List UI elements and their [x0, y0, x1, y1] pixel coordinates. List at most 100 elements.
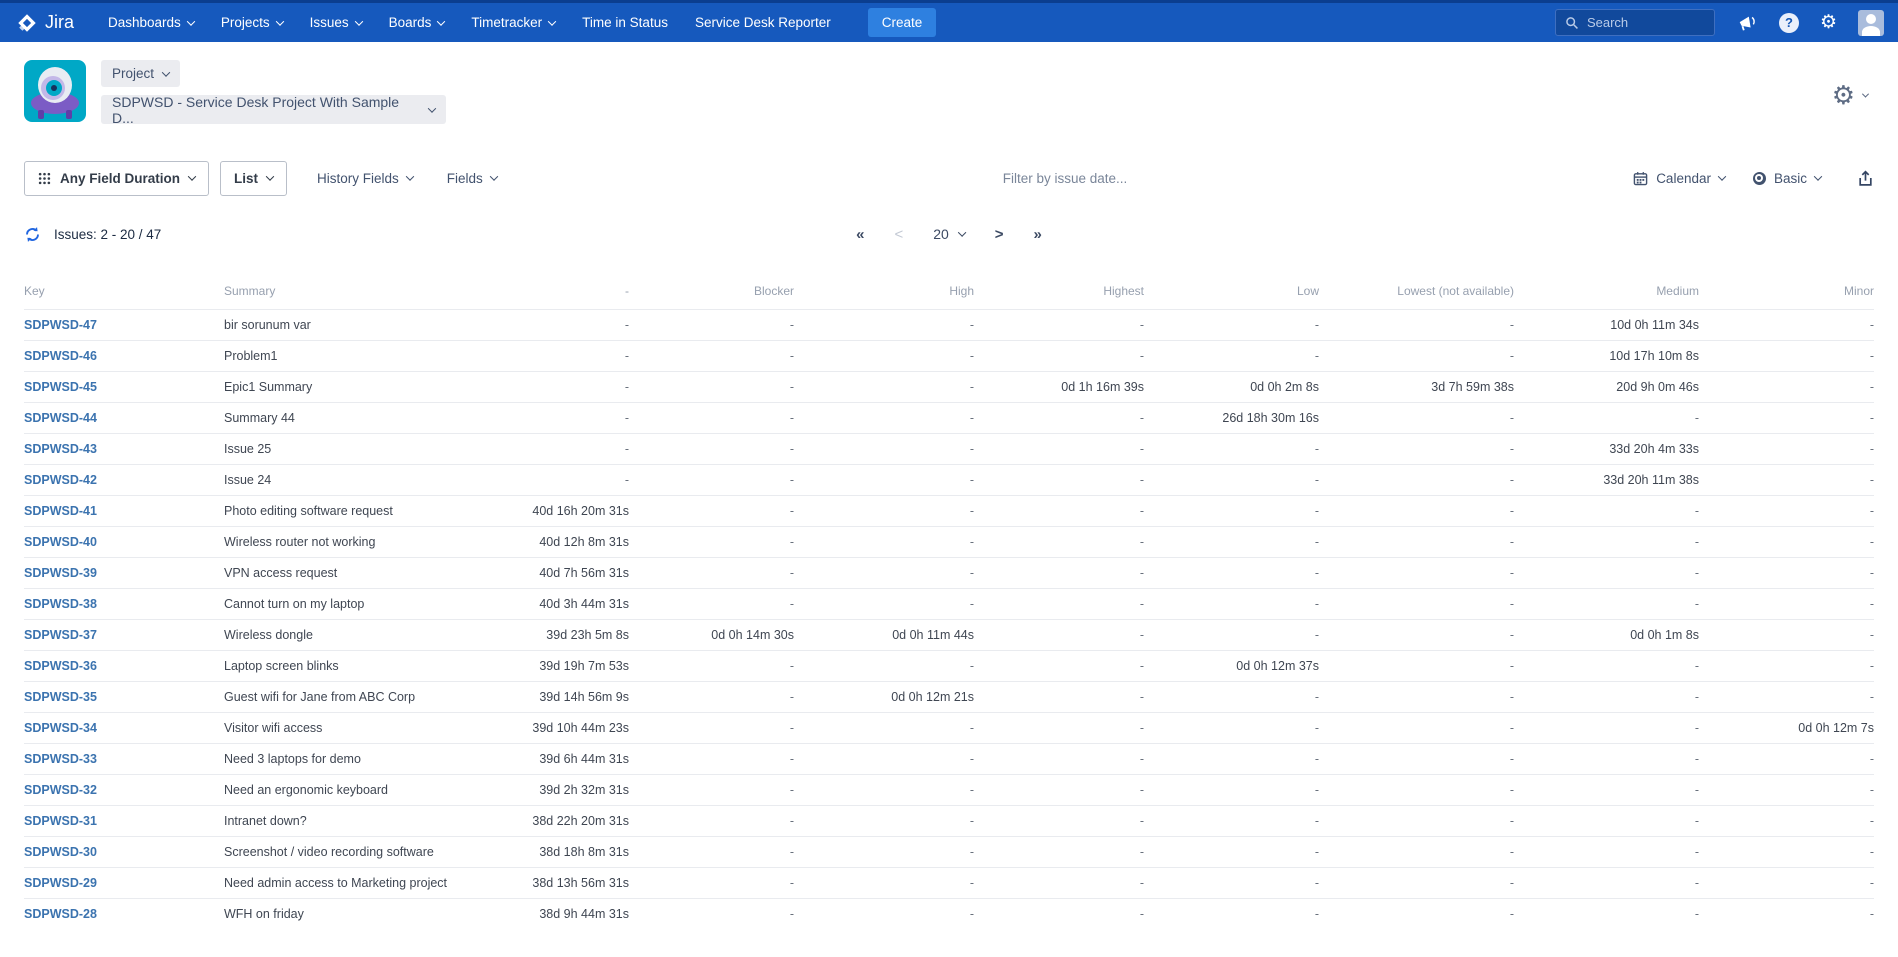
duration-cell: 39d 19h 7m 53s: [484, 651, 629, 682]
nav-item-dashboards[interactable]: Dashboards: [108, 15, 194, 30]
empty-value: -: [1315, 783, 1319, 797]
project-select[interactable]: SDPWSD - Service Desk Project With Sampl…: [101, 95, 446, 124]
duration-cell: -: [1699, 806, 1874, 837]
duration-cell: 0d 0h 14m 30s: [629, 620, 794, 651]
empty-value: -: [790, 318, 794, 332]
issue-key-link[interactable]: SDPWSD-45: [24, 380, 97, 394]
duration-cell: -: [629, 558, 794, 589]
duration-cell: -: [974, 496, 1144, 527]
search-input[interactable]: Search: [1555, 9, 1715, 36]
issue-key-link[interactable]: SDPWSD-33: [24, 752, 97, 766]
view-selector[interactable]: List: [220, 161, 287, 196]
display-mode-dropdown[interactable]: Basic: [1753, 171, 1821, 186]
issue-date-filter-input[interactable]: Filter by issue date...: [497, 171, 1633, 186]
issue-key-link[interactable]: SDPWSD-34: [24, 721, 97, 735]
empty-value: -: [1870, 566, 1874, 580]
next-page-button[interactable]: >: [995, 226, 1004, 243]
duration-cell: 0d 0h 1m 8s: [1514, 620, 1699, 651]
issue-key-link[interactable]: SDPWSD-31: [24, 814, 97, 828]
calendar-dropdown[interactable]: Calendar: [1633, 171, 1725, 186]
issue-key-link[interactable]: SDPWSD-30: [24, 845, 97, 859]
column-header-medium[interactable]: Medium: [1514, 278, 1699, 310]
issue-key-link[interactable]: SDPWSD-28: [24, 907, 97, 921]
nav-item-service-desk-reporter[interactable]: Service Desk Reporter: [695, 15, 831, 30]
create-button[interactable]: Create: [868, 8, 937, 37]
duration-cell: -: [1699, 403, 1874, 434]
duration-cell: 10d 0h 11m 34s: [1514, 310, 1699, 341]
nav-item-time-in-status[interactable]: Time in Status: [582, 15, 668, 30]
issue-key-link[interactable]: SDPWSD-38: [24, 597, 97, 611]
issue-summary-cell: Photo editing software request: [224, 496, 484, 527]
issues-table-header-row: KeySummary-BlockerHighHighestLowLowest (…: [24, 278, 1874, 310]
jira-logo-icon: [16, 12, 38, 34]
column-header-summary[interactable]: Summary: [224, 278, 484, 310]
column-header-none[interactable]: -: [484, 278, 629, 310]
column-header-key[interactable]: Key: [24, 278, 224, 310]
gear-icon[interactable]: ⚙: [1820, 13, 1837, 32]
duration-cell: -: [1144, 558, 1319, 589]
last-page-button[interactable]: »: [1034, 226, 1042, 243]
duration-cell: -: [794, 651, 974, 682]
nav-item-projects[interactable]: Projects: [221, 15, 283, 30]
issue-key-link[interactable]: SDPWSD-39: [24, 566, 97, 580]
megaphone-icon[interactable]: [1736, 13, 1758, 33]
issue-key-link[interactable]: SDPWSD-35: [24, 690, 97, 704]
issue-summary-cell: Wireless dongle: [224, 620, 484, 651]
issue-key-link[interactable]: SDPWSD-29: [24, 876, 97, 890]
nav-item-boards[interactable]: Boards: [389, 15, 445, 30]
issue-key-link[interactable]: SDPWSD-32: [24, 783, 97, 797]
project-avatar: [24, 60, 86, 122]
page-size-dropdown[interactable]: 20: [933, 226, 965, 242]
history-fields-dropdown[interactable]: History Fields: [317, 171, 413, 186]
issue-key-link[interactable]: SDPWSD-43: [24, 442, 97, 456]
column-header-high[interactable]: High: [794, 278, 974, 310]
prev-page-button[interactable]: <: [894, 226, 903, 243]
column-header-low[interactable]: Low: [1144, 278, 1319, 310]
issue-key-link[interactable]: SDPWSD-40: [24, 535, 97, 549]
help-icon[interactable]: ?: [1779, 13, 1799, 33]
column-header-blocker[interactable]: Blocker: [629, 278, 794, 310]
nav-item-issues[interactable]: Issues: [310, 15, 362, 30]
user-avatar[interactable]: [1858, 10, 1884, 36]
issue-key-link[interactable]: SDPWSD-47: [24, 318, 97, 332]
column-header-highest[interactable]: Highest: [974, 278, 1144, 310]
column-header-lowest-not-available-[interactable]: Lowest (not available): [1319, 278, 1514, 310]
empty-value: -: [1870, 349, 1874, 363]
issues-count-label: Issues: 2 - 20 / 47: [54, 227, 161, 242]
issue-key-link[interactable]: SDPWSD-44: [24, 411, 97, 425]
export-icon[interactable]: [1857, 170, 1874, 187]
jira-brand[interactable]: Jira: [16, 12, 74, 34]
empty-value: -: [1315, 597, 1319, 611]
fields-dropdown[interactable]: Fields: [447, 171, 497, 186]
first-page-button[interactable]: «: [856, 226, 864, 243]
issue-key-link[interactable]: SDPWSD-37: [24, 628, 97, 642]
table-row: SDPWSD-36Laptop screen blinks39d 19h 7m …: [24, 651, 1874, 682]
table-row: SDPWSD-37Wireless dongle39d 23h 5m 8s0d …: [24, 620, 1874, 651]
empty-value: -: [1140, 659, 1144, 673]
settings-menu-button[interactable]: ⚙: [1832, 82, 1868, 108]
empty-value: -: [1695, 752, 1699, 766]
duration-cell: -: [1319, 558, 1514, 589]
issue-key-link[interactable]: SDPWSD-41: [24, 504, 97, 518]
project-avatar-shape: [38, 110, 44, 119]
table-row: SDPWSD-32Need an ergonomic keyboard39d 2…: [24, 775, 1874, 806]
field-type-selector[interactable]: Any Field Duration: [24, 161, 209, 196]
pagination: « < 20 > »: [856, 226, 1042, 243]
issue-key-link[interactable]: SDPWSD-46: [24, 349, 97, 363]
chevron-down-icon: [1718, 172, 1726, 180]
duration-value: 39d 14h 56m 9s: [539, 690, 629, 704]
project-controls: Project SDPWSD - Service Desk Project Wi…: [101, 60, 446, 124]
duration-cell: -: [1514, 868, 1699, 899]
scope-dropdown[interactable]: Project: [101, 60, 180, 87]
column-header-minor[interactable]: Minor: [1699, 278, 1874, 310]
duration-cell: -: [629, 434, 794, 465]
issue-key-link[interactable]: SDPWSD-42: [24, 473, 97, 487]
empty-value: -: [1695, 411, 1699, 425]
nav-item-timetracker[interactable]: Timetracker: [471, 15, 555, 30]
issue-key-link[interactable]: SDPWSD-36: [24, 659, 97, 673]
refresh-icon[interactable]: [24, 226, 41, 243]
empty-value: -: [1695, 566, 1699, 580]
empty-value: -: [790, 659, 794, 673]
empty-value: -: [970, 411, 974, 425]
duration-cell: -: [1144, 310, 1319, 341]
